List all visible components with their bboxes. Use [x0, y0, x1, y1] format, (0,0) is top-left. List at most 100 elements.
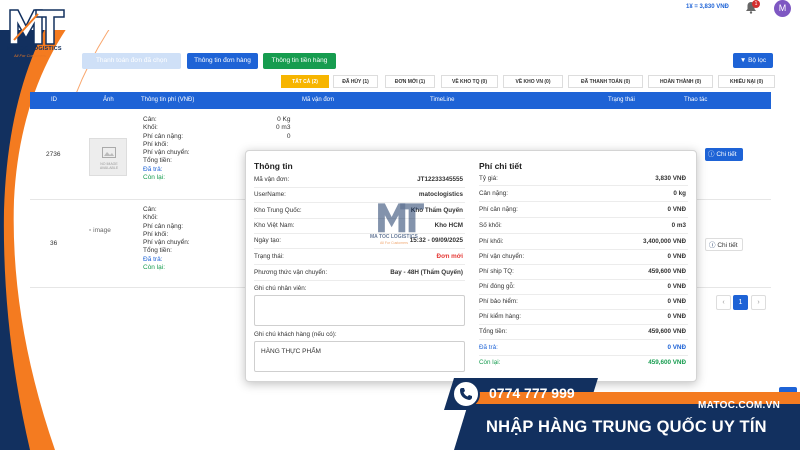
tab-label: ĐÃ THANH TOÁN — [580, 79, 623, 85]
watermark-slogan: All For Customers — [380, 241, 409, 245]
tab-count: (0) — [694, 79, 702, 85]
fee-info-list: Cân: Khối: Phí cân nặng: Phí khối: Phí v… — [143, 206, 190, 272]
volume-value: 0 m3 — [276, 124, 291, 132]
info-label: Ngày tạo: — [254, 237, 281, 244]
divider — [479, 264, 688, 265]
divider — [479, 279, 688, 280]
info-value: Bay - 48H (Thẩm Quyến) — [390, 269, 463, 276]
fee-value: 459,600 VNĐ — [648, 328, 686, 335]
fee-value: 459,600 VNĐ — [648, 268, 686, 275]
info-section-title: Thông tin — [254, 161, 293, 171]
customer-note-textarea[interactable]: HÀNG THỰC PHẨM — [254, 341, 465, 372]
fee-label: Phí cân nặng: — [479, 206, 518, 213]
fee-value-paid: 0 VNĐ — [667, 344, 686, 351]
col-timeline: TimeLine — [430, 97, 455, 103]
info-label: Trạng thái: — [254, 253, 284, 260]
tab-vn-warehouse[interactable]: VỀ KHO VN (0) — [503, 75, 563, 88]
weight-value: 0 Kg — [277, 116, 291, 123]
divider — [479, 309, 688, 310]
fee-value: 0 kg — [673, 190, 686, 197]
tab-all[interactable]: TẤT CẢ (2) — [281, 75, 329, 88]
fee-value: 0 VNĐ — [667, 298, 686, 305]
fee-label-remaining: Còn lại: — [479, 359, 501, 366]
hotline-number[interactable]: 0774 777 999 — [489, 385, 575, 401]
avatar[interactable]: M — [774, 0, 791, 17]
top-bar: 1¥ = 3,830 VNĐ 1 M — [0, 0, 800, 30]
fee-label: Số khối: — [479, 222, 502, 229]
pay-selected-button[interactable]: Thanh toán đơn đã chọn — [82, 53, 181, 69]
col-tracking: Mã vận đơn — [302, 97, 334, 103]
divider — [479, 185, 688, 186]
fee-label-paid: Đã trả: — [479, 344, 498, 351]
fee-section-title: Phí chi tiết — [479, 161, 522, 171]
tab-label: VỀ KHO VN — [515, 79, 543, 85]
tab-label: KHIẾU NẠI — [729, 79, 756, 85]
fee-label: Cân nặng: — [479, 190, 509, 197]
fee-label-remaining: Còn lại: — [143, 264, 166, 272]
image-alt-text: image — [93, 227, 111, 234]
fee-label: Phí ship TQ: — [479, 268, 514, 275]
customer-note-label: Ghi chú khách hàng (nếu có): — [254, 331, 337, 338]
banner-slogan: NHẬP HÀNG TRUNG QUỐC UY TÍN — [486, 418, 767, 436]
tab-cn-warehouse[interactable]: VỀ KHO TQ (0) — [441, 75, 498, 88]
pagination-prev[interactable]: ‹ — [716, 295, 731, 310]
info-label: UserName: — [254, 191, 286, 198]
divider — [479, 249, 688, 250]
detail-button[interactable]: ⓘ Chi tiết — [705, 148, 743, 161]
detail-button[interactable]: ⓘ Chi tiết — [705, 238, 743, 251]
col-status: Trạng thái — [608, 97, 635, 103]
fee-label-remaining: Còn lại: — [143, 174, 166, 182]
fee-label: Phí kiểm hàng: — [479, 313, 522, 320]
col-image: Ảnh — [103, 97, 114, 103]
tab-complaint[interactable]: KHIẾU NẠI (0) — [718, 75, 775, 88]
divider — [254, 264, 465, 265]
divider — [254, 187, 465, 188]
tab-label: HOÀN THÀNH — [659, 79, 694, 85]
tab-label: VỀ KHO TQ — [451, 79, 480, 85]
tab-count: (0) — [544, 79, 551, 85]
fee-info-list: Cân: Khối: Phí cân nặng: Phí khối: Phí v… — [143, 116, 190, 182]
fee-label: Phí cân nặng: — [143, 132, 184, 140]
pagination-next[interactable]: › — [751, 295, 766, 310]
fee-label: Tổng tiền: — [143, 247, 172, 255]
watermark-name: MA TOC LOGISTICS — [370, 234, 418, 240]
fee-label: Tổng tiền: — [143, 157, 172, 165]
fee-label: Phí bảo hiểm: — [479, 298, 518, 305]
fee-label: Khối: — [143, 124, 158, 132]
weight-fee-value: 0 — [286, 132, 291, 140]
fee-label: Tổng tiền: — [479, 328, 508, 335]
no-image-text: NO IMAGE AVAILABLE — [99, 162, 119, 170]
tab-completed[interactable]: HOÀN THÀNH (0) — [648, 75, 713, 88]
tab-count: (1) — [362, 79, 369, 85]
filter-button[interactable]: ▼ Bộ lọc — [733, 53, 773, 68]
tab-cancelled[interactable]: ĐÃ HỦY (1) — [333, 75, 378, 88]
pagination-page-1[interactable]: 1 — [733, 295, 748, 310]
money-info-button[interactable]: Thông tin tiền hàng — [263, 53, 336, 69]
info-value: matoclogistics — [418, 191, 463, 198]
staff-note-textarea[interactable] — [254, 295, 465, 326]
info-icon: ⓘ — [708, 151, 715, 158]
row-id: 2736 — [46, 151, 61, 158]
no-image-placeholder: NO IMAGE AVAILABLE — [89, 138, 127, 176]
info-value: JT12233345555 — [417, 176, 463, 183]
brand-name: MA TOC LOGISTICS — [6, 46, 62, 52]
fee-label: Phí vận chuyển: — [479, 253, 525, 260]
fee-value: 0 VNĐ — [667, 313, 686, 320]
watermark-logo: MA TOC LOGISTICS All For Customers — [366, 200, 436, 250]
brand-logo[interactable]: MA TOC LOGISTICS All For Customers — [0, 0, 72, 66]
order-info-button[interactable]: Thông tin đơn hàng — [187, 53, 258, 69]
tab-label: TẤT CẢ — [292, 79, 311, 85]
info-value: Kho HCM — [434, 222, 463, 229]
broken-image-icon: ▫ — [89, 227, 92, 234]
website-url[interactable]: MATOC.COM.VN — [698, 400, 780, 411]
fee-value: 0 m3 — [671, 222, 686, 229]
detail-label: Chi tiết — [716, 151, 737, 158]
fee-value: 3,400,000 VNĐ — [642, 238, 686, 245]
tab-paid[interactable]: ĐÃ THANH TOÁN (0) — [568, 75, 643, 88]
divider — [479, 294, 688, 295]
divider — [254, 280, 465, 281]
fee-label: Khối: — [143, 214, 158, 222]
filter-icon: ▼ — [739, 57, 747, 64]
tab-new[interactable]: ĐƠN MỚI (1) — [385, 75, 435, 88]
detail-modal: Thông tin Phí chi tiết Mã vận đơn: JT122… — [245, 150, 697, 382]
